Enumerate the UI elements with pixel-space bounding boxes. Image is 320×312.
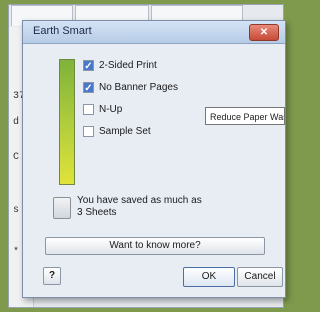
paper-savings-meter xyxy=(59,59,75,185)
tooltip: Reduce Paper Waste xyxy=(205,107,285,125)
close-button[interactable]: ✕ xyxy=(249,24,279,41)
option-label: 2-Sided Print xyxy=(99,59,157,71)
savings-info: You have saved as much as 3 Sheets xyxy=(77,195,227,219)
background-side-mark: * xyxy=(13,247,20,258)
background-side-mark: C xyxy=(13,152,20,163)
savings-info-line2: 3 Sheets xyxy=(77,207,117,218)
background-side-mark: d xyxy=(13,117,20,128)
cancel-button[interactable]: Cancel xyxy=(237,267,283,287)
checkbox-checked-icon[interactable]: ✓ xyxy=(83,81,94,94)
option-label: No Banner Pages xyxy=(99,81,178,93)
checkbox-icon[interactable] xyxy=(83,125,94,137)
checkbox-checked-icon[interactable]: ✓ xyxy=(83,59,94,72)
want-to-know-more-button[interactable]: Want to know more? xyxy=(45,237,265,255)
option-no-banner-pages[interactable]: ✓ No Banner Pages xyxy=(83,79,178,95)
option-label: Sample Set xyxy=(99,125,151,137)
option-n-up[interactable]: N-Up xyxy=(83,101,122,117)
ok-button[interactable]: OK xyxy=(183,267,235,287)
checkbox-icon[interactable] xyxy=(83,103,94,115)
dialog-titlebar[interactable]: Earth Smart ✕ xyxy=(23,21,285,44)
savings-info-line1: You have saved as much as xyxy=(77,195,202,206)
option-2-sided-print[interactable]: ✓ 2-Sided Print xyxy=(83,57,157,73)
earth-smart-dialog: Earth Smart ✕ ✓ 2-Sided Print ✓ No Banne… xyxy=(22,20,286,298)
paper-stack-icon xyxy=(53,197,71,219)
background-side-mark: s xyxy=(13,205,20,216)
dialog-title: Earth Smart xyxy=(33,25,92,37)
option-sample-set[interactable]: Sample Set xyxy=(83,123,151,139)
help-button[interactable]: ? xyxy=(43,267,61,285)
option-label: N-Up xyxy=(99,103,123,115)
